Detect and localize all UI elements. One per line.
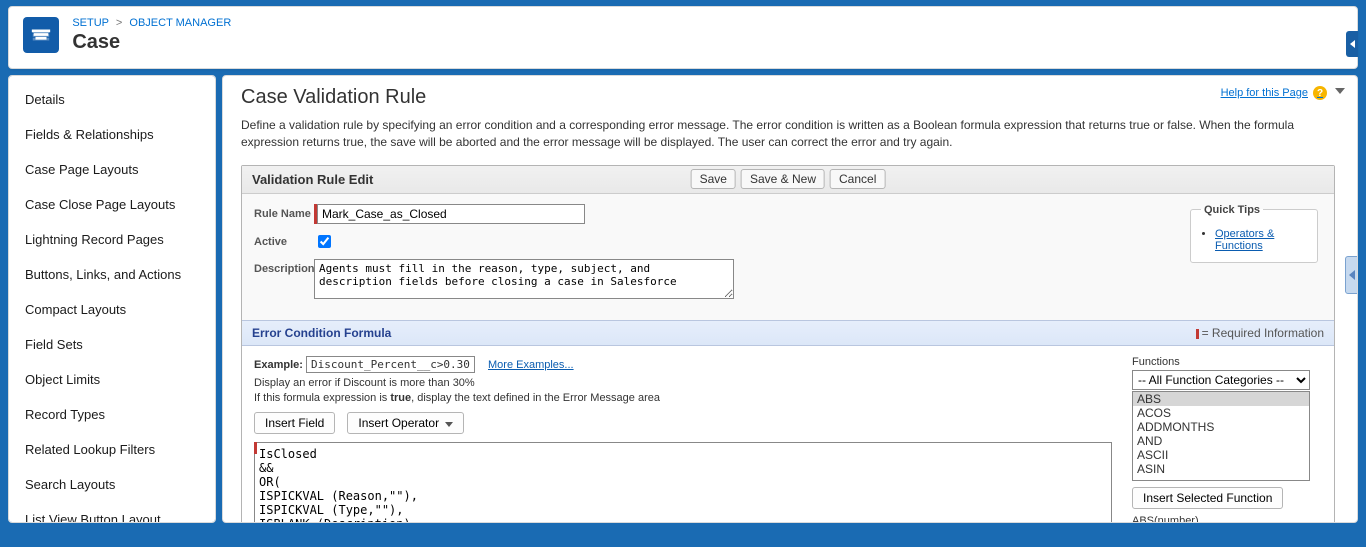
function-category-select[interactable]: -- All Function Categories --: [1132, 370, 1310, 390]
rule-name-input[interactable]: [317, 204, 585, 224]
help-for-page-link[interactable]: Help for this Page ?: [1221, 86, 1327, 100]
page-title: Case: [72, 31, 231, 54]
sidebar-item-record-types[interactable]: Record Types: [9, 397, 215, 432]
panel-title: Validation Rule Edit: [252, 172, 373, 187]
object-sidebar[interactable]: Details Fields & Relationships Case Page…: [8, 75, 216, 523]
insert-field-button[interactable]: Insert Field: [254, 412, 335, 434]
validation-rule-panel: Validation Rule Edit Save Save & New Can…: [241, 165, 1335, 522]
active-checkbox[interactable]: [318, 235, 331, 248]
breadcrumb: SETUP > OBJECT MANAGER: [72, 17, 231, 29]
right-panel-toggle[interactable]: [1346, 31, 1358, 57]
sidebar-item-search-layouts[interactable]: Search Layouts: [9, 467, 215, 502]
quick-tips-box: Quick Tips Operators & Functions: [1190, 204, 1318, 263]
right-slideout-toggle[interactable]: [1345, 256, 1358, 294]
sidebar-item-buttons-links[interactable]: Buttons, Links, and Actions: [9, 257, 215, 292]
sidebar-item-lookup-filters[interactable]: Related Lookup Filters: [9, 432, 215, 467]
sidebar-item-object-limits[interactable]: Object Limits: [9, 362, 215, 397]
hint-1: Display an error if Discount is more tha…: [254, 377, 1112, 389]
sidebar-item-compact-layouts[interactable]: Compact Layouts: [9, 292, 215, 327]
fn-signature: ABS(number): [1132, 515, 1322, 522]
help-icon: ?: [1313, 86, 1327, 100]
description-label: Description: [254, 259, 314, 302]
formula-textarea[interactable]: [254, 442, 1112, 522]
sidebar-item-page-layouts[interactable]: Case Page Layouts: [9, 152, 215, 187]
insert-operator-button[interactable]: Insert Operator: [347, 412, 464, 434]
sidebar-item-field-sets[interactable]: Field Sets: [9, 327, 215, 362]
save-button[interactable]: Save: [691, 169, 736, 189]
sidebar-item-details[interactable]: Details: [9, 82, 215, 117]
active-label: Active: [254, 232, 314, 251]
content-panel: Help for this Page ? Case Validation Rul…: [222, 75, 1358, 523]
fn-item-abs[interactable]: ABS: [1133, 392, 1309, 406]
help-text: Help for this Page: [1221, 87, 1308, 99]
quick-tips-title: Quick Tips: [1201, 204, 1263, 216]
cancel-button[interactable]: Cancel: [830, 169, 885, 189]
breadcrumb-object-manager[interactable]: OBJECT MANAGER: [129, 17, 231, 29]
required-indicator: [254, 442, 257, 454]
section-title: Case Validation Rule: [241, 86, 1335, 109]
rule-name-label: Rule Name: [254, 204, 314, 225]
save-new-button[interactable]: Save & New: [741, 169, 825, 189]
setup-icon: [23, 17, 59, 53]
sidebar-item-listview-buttons[interactable]: List View Button Layout: [9, 502, 215, 523]
fn-item-addmonths[interactable]: ADDMONTHS: [1133, 420, 1309, 434]
sidebar-item-lightning-pages[interactable]: Lightning Record Pages: [9, 222, 215, 257]
required-note: = Required Information: [1196, 326, 1324, 340]
error-condition-title: Error Condition Formula: [252, 326, 391, 340]
chevron-down-icon: [445, 422, 453, 427]
intro-text: Define a validation rule by specifying a…: [241, 117, 1335, 151]
sidebar-item-close-layouts[interactable]: Case Close Page Layouts: [9, 187, 215, 222]
fn-item-ascii[interactable]: ASCII: [1133, 448, 1309, 462]
quick-tips-link[interactable]: Operators & Functions: [1215, 228, 1274, 252]
example-value: Discount_Percent__c>0.30: [306, 356, 475, 373]
fn-item-acos[interactable]: ACOS: [1133, 406, 1309, 420]
insert-selected-function-button[interactable]: Insert Selected Function: [1132, 487, 1283, 509]
example-label: Example:: [254, 359, 303, 371]
setup-header: SETUP > OBJECT MANAGER Case: [8, 6, 1358, 69]
fn-item-asin[interactable]: ASIN: [1133, 462, 1309, 476]
breadcrumb-setup[interactable]: SETUP: [72, 17, 108, 29]
collapse-caret-icon[interactable]: [1335, 88, 1345, 94]
fn-item-and[interactable]: AND: [1133, 434, 1309, 448]
hint-2: If this formula expression is true, disp…: [254, 392, 1112, 404]
sidebar-item-fields[interactable]: Fields & Relationships: [9, 117, 215, 152]
more-examples-link[interactable]: More Examples...: [488, 359, 574, 371]
function-list[interactable]: ABS ACOS ADDMONTHS AND ASCII ASIN: [1132, 391, 1310, 481]
description-textarea[interactable]: [314, 259, 734, 299]
functions-label: Functions: [1132, 356, 1322, 368]
